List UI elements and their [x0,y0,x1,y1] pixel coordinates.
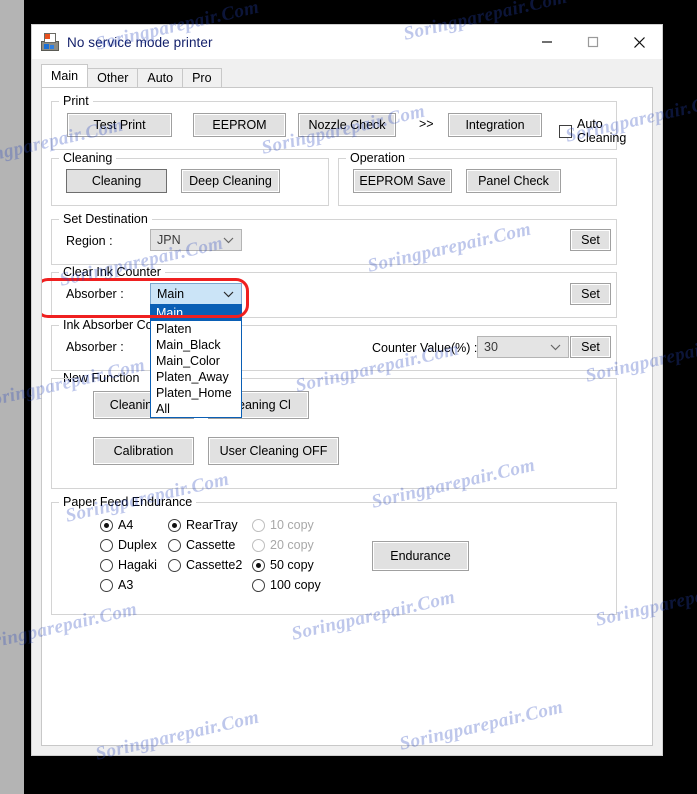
auto-cleaning-label: Auto Cleaning [577,117,627,145]
chevron-down-icon [550,340,561,354]
absorber-dropdown-list[interactable]: Main Platen Main_Black Main_Color Platen… [150,304,242,418]
chevron-down-icon [223,233,234,247]
integration-button[interactable]: Integration [448,113,542,137]
radio-100-copy[interactable]: 100 copy [252,578,321,592]
radio-icon [168,558,181,572]
desktop-strip [0,0,24,794]
tab-other[interactable]: Other [87,68,139,87]
radio-reartray[interactable]: RearTray [168,518,238,532]
absorber-combobox[interactable]: Main [150,283,242,305]
app-window: No service mode printer Main Other Auto … [31,24,663,756]
radio-icon [168,518,181,532]
tab-strip: Main Other Auto Pro [41,64,662,87]
counter-value-combobox[interactable]: 30 [477,336,569,358]
chevron-down-icon [223,287,234,301]
radio-a4-label: A4 [118,518,134,532]
radio-10-copy-label: 10 copy [270,518,314,532]
auto-cleaning-checkbox[interactable]: Auto Cleaning [559,117,652,145]
dropdown-option-platen[interactable]: Platen [151,321,241,337]
tab-main[interactable]: Main [41,64,89,87]
radio-hagaki[interactable]: Hagaki [100,558,157,572]
radio-cassette2-label: Cassette2 [186,558,243,572]
radio-icon [252,578,265,592]
minimize-icon [542,41,552,43]
radio-50-copy-label: 50 copy [270,558,314,572]
radio-20-copy: 20 copy [252,538,314,552]
close-button[interactable] [616,25,662,59]
counter-value: 30 [484,340,498,354]
printer-icon [41,33,59,51]
radio-icon [252,518,265,532]
radio-100-copy-label: 100 copy [270,578,321,592]
tab-pro[interactable]: Pro [182,68,222,87]
deep-cleaning-button[interactable]: Deep Cleaning [181,169,280,193]
dropdown-option-platen-away[interactable]: Platen_Away [151,369,241,385]
eeprom-save-button[interactable]: EEPROM Save [353,169,452,193]
radio-a4[interactable]: A4 [100,518,133,532]
maximize-button[interactable] [570,25,616,59]
clear-ink-counter-set-button[interactable]: Set [570,283,611,305]
title-bar: No service mode printer [32,25,662,59]
radio-cassette-label: Cassette [186,538,236,552]
radio-50-copy[interactable]: 50 copy [252,558,314,572]
radio-a3-label: A3 [118,578,134,592]
radio-icon [100,578,113,592]
tab-panel-main: Print Test Print EEPROM Nozzle Check >> … [41,87,653,746]
clear-ink-counter-group: Clear Ink Counter [51,265,617,318]
region-value: JPN [157,233,181,247]
nozzle-check-button[interactable]: Nozzle Check [298,113,396,137]
radio-icon [168,538,181,552]
print-group-legend: Print [59,94,93,108]
absorber-label-counter: Absorber : [66,340,124,354]
radio-icon [252,538,265,552]
radio-duplex[interactable]: Duplex [100,538,157,552]
dropdown-option-platen-home[interactable]: Platen_Home [151,385,241,401]
cleaning-group-legend: Cleaning [59,151,117,165]
radio-cassette[interactable]: Cassette [168,538,235,552]
absorber-value: Main [157,287,185,301]
tab-auto[interactable]: Auto [137,68,184,87]
minimize-button[interactable] [524,25,570,59]
close-icon [633,36,645,48]
radio-icon [100,518,113,532]
window-title: No service mode printer [67,34,213,50]
maximize-icon [587,36,599,48]
window-controls [524,25,662,59]
calibration-button[interactable]: Calibration [93,437,194,465]
radio-hagaki-label: Hagaki [118,558,157,572]
radio-reartray-label: RearTray [186,518,238,532]
test-print-button[interactable]: Test Print [67,113,172,137]
dropdown-option-main-color[interactable]: Main_Color [151,353,241,369]
absorber-label-clear: Absorber : [66,287,124,301]
dropdown-option-main[interactable]: Main [151,305,241,321]
set-destination-legend: Set Destination [59,212,152,226]
ink-absorber-counter-set-button[interactable]: Set [570,336,611,358]
paper-feed-endurance-legend: Paper Feed Endurance [59,495,197,509]
endurance-button[interactable]: Endurance [372,541,469,571]
set-destination-group: Set Destination [51,212,617,265]
set-destination-set-button[interactable]: Set [570,229,611,251]
region-label: Region : [66,234,113,248]
eeprom-button[interactable]: EEPROM [193,113,286,137]
radio-icon [100,538,113,552]
region-combobox[interactable]: JPN [150,229,242,251]
operation-group-legend: Operation [346,151,409,165]
radio-icon [252,558,265,572]
radio-icon [100,558,113,572]
dropdown-option-main-black[interactable]: Main_Black [151,337,241,353]
cleaning-button[interactable]: Cleaning [66,169,167,193]
radio-a3[interactable]: A3 [100,578,133,592]
clear-ink-counter-legend: Clear Ink Counter [59,265,165,279]
radio-cassette2[interactable]: Cassette2 [168,558,242,572]
dropdown-option-all[interactable]: All [151,401,241,417]
checkbox-box-icon [559,124,572,138]
radio-duplex-label: Duplex [118,538,157,552]
radio-10-copy: 10 copy [252,518,314,532]
counter-value-label: Counter Value(%) : [372,341,478,355]
chevron-right-icon: >> [419,117,434,131]
radio-20-copy-label: 20 copy [270,538,314,552]
panel-check-button[interactable]: Panel Check [466,169,561,193]
user-cleaning-off-button[interactable]: User Cleaning OFF [208,437,339,465]
